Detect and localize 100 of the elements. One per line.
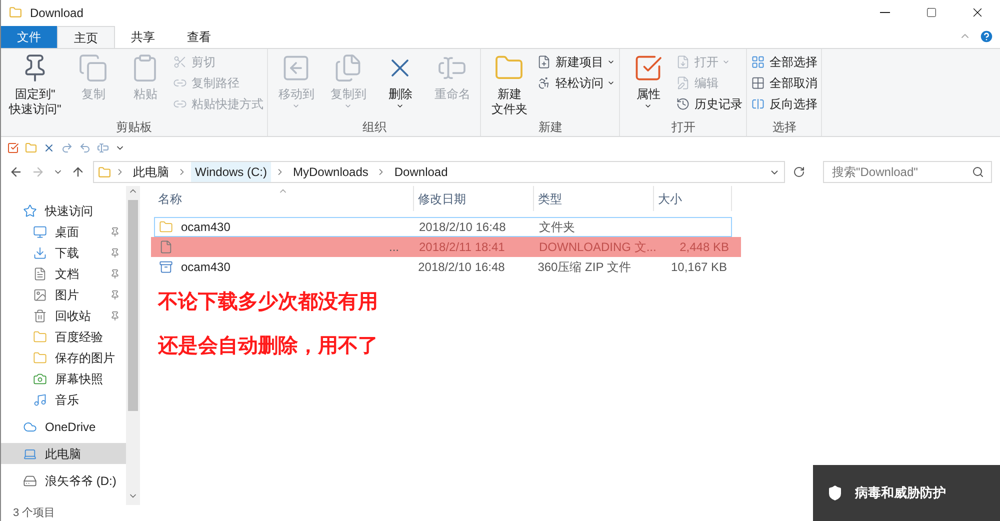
- sidebar-item[interactable]: 文档: [1, 263, 126, 284]
- file-row[interactable]: ... 2018/2/11 18:41 DOWNLOADING 文... 2,448 KB: [151, 237, 741, 257]
- status-text: 3 个项目: [13, 506, 56, 521]
- ribbon-button[interactable]: 新建项目: [537, 53, 616, 71]
- column-header[interactable]: 修改日期: [414, 186, 534, 211]
- pin-icon: [110, 290, 120, 300]
- delete-icon[interactable]: [43, 142, 55, 154]
- ribbon-button[interactable]: 全部取消: [751, 74, 818, 92]
- scissors-icon: [173, 55, 188, 69]
- annotation-text: 不论下载多少次都没有用: [158, 290, 379, 315]
- file-row[interactable]: ocam430 2018/2/10 16:48 360压缩 ZIP 文件 10,167 KB: [154, 257, 732, 277]
- pin-icon: [110, 226, 120, 236]
- ribbon-button[interactable]: 属性: [624, 49, 672, 118]
- ribbon-button[interactable]: 历史记录: [676, 95, 742, 113]
- folder-icon: [33, 330, 47, 344]
- address-bar[interactable]: 此电脑 Windows (C:) MyDownloads Download: [93, 161, 785, 183]
- breadcrumb[interactable]: MyDownloads: [289, 162, 372, 182]
- date-cell-text: 2018/2/10 16:48: [418, 219, 507, 236]
- caret-icon: [722, 58, 730, 66]
- sidebar-item[interactable]: 百度经验: [1, 326, 126, 347]
- up-icon[interactable]: [71, 165, 85, 179]
- caret-icon: [344, 102, 352, 110]
- sidebar-item[interactable]: 桌面: [1, 221, 126, 242]
- ribbon-button[interactable]: 删除: [376, 49, 424, 118]
- ribbon-button[interactable]: 新建 文件夹: [485, 49, 534, 118]
- shield-icon: [827, 485, 843, 501]
- redo-icon[interactable]: [61, 142, 73, 154]
- new-file-icon: [537, 55, 552, 69]
- camera-icon: [33, 372, 47, 386]
- column-header[interactable]: 类型: [534, 186, 654, 211]
- window-title: Download: [30, 4, 84, 22]
- size-cell-text: 10,167 KB: [670, 259, 728, 276]
- breadcrumb[interactable]: Windows (C:): [191, 162, 272, 182]
- ribbon-button[interactable]: 全部选择: [751, 53, 818, 71]
- history-icon: [676, 97, 690, 111]
- date-cell-text: 2018/2/11 18:41: [418, 239, 506, 256]
- sidebar-item[interactable]: 屏幕快照: [1, 368, 126, 389]
- type-cell-text: DOWNLOADING 文...: [538, 239, 655, 256]
- caret-icon: [607, 79, 616, 87]
- maximize-icon: [926, 7, 936, 18]
- back-icon[interactable]: [9, 165, 23, 179]
- column-header[interactable]: 名称: [154, 186, 414, 211]
- archive-icon: [159, 260, 173, 274]
- grid-outline-icon: [751, 76, 766, 90]
- cloud-icon: [23, 420, 37, 434]
- refresh-icon[interactable]: [793, 166, 805, 178]
- ribbon-button[interactable]: 反向选择: [751, 95, 818, 113]
- annotation-text: 还是会自动删除，用不了: [158, 334, 379, 359]
- ribbon-tab[interactable]: 主页: [57, 26, 115, 48]
- toast-title: 病毒和威胁防护: [855, 484, 946, 502]
- ribbon-tab[interactable]: 文件: [1, 26, 57, 48]
- ribbon-button[interactable]: 固定到" 快速访问": [5, 49, 66, 118]
- sidebar-item[interactable]: 快速访问: [1, 200, 126, 221]
- minimize-icon: [880, 12, 890, 13]
- laptop-icon: [23, 446, 37, 460]
- notification-toast[interactable]: 病毒和威胁防护: [813, 465, 1000, 521]
- sidebar-item[interactable]: 音乐: [1, 389, 126, 410]
- ribbon-button[interactable]: 轻松访问: [537, 74, 616, 92]
- caret-icon: [607, 58, 616, 66]
- size-cell-text: 2,448 KB: [678, 239, 730, 256]
- column-header[interactable]: 大小: [654, 186, 732, 211]
- type-cell-text: 文件夹: [538, 219, 576, 236]
- sidebar-item[interactable]: 浪矢爷爷 (D:): [1, 470, 126, 491]
- folder-icon: [159, 220, 173, 234]
- folder-icon: [98, 166, 111, 178]
- file-icon: [159, 240, 173, 254]
- folder-icon: [33, 350, 47, 364]
- download-icon: [33, 246, 47, 260]
- pin-icon: [110, 268, 120, 278]
- star-icon: [23, 204, 37, 218]
- ribbon-tab[interactable]: 共享: [115, 26, 171, 48]
- undo-icon[interactable]: [79, 142, 91, 154]
- sidebar-item[interactable]: 此电脑: [1, 443, 126, 464]
- file-name: ...: [388, 239, 399, 256]
- group-label: 组织: [361, 119, 388, 136]
- group-label: 打开: [670, 119, 696, 136]
- sidebar-item[interactable]: 下载: [1, 242, 126, 263]
- caret-icon: [396, 102, 404, 110]
- file-down-icon: [676, 55, 690, 69]
- file-row[interactable]: ocam430 2018/2/10 16:48 文件夹: [154, 217, 732, 237]
- forward-icon[interactable]: [31, 165, 45, 179]
- sidebar-item[interactable]: 回收站: [1, 305, 126, 326]
- breadcrumb[interactable]: Download: [390, 162, 452, 182]
- help-icon[interactable]: [979, 29, 994, 44]
- sidebar-item[interactable]: 图片: [1, 284, 126, 305]
- properties-icon[interactable]: [7, 142, 19, 154]
- sidebar-item[interactable]: OneDrive: [1, 416, 126, 437]
- pin-icon: [110, 248, 120, 258]
- accessibility-icon: [537, 76, 552, 90]
- rename-icon[interactable]: [97, 142, 109, 154]
- breadcrumb[interactable]: 此电脑: [129, 162, 173, 182]
- ribbon-tab[interactable]: 查看: [171, 26, 227, 48]
- music-icon: [33, 392, 47, 406]
- copy-icon: [78, 53, 108, 83]
- sidebar-item[interactable]: 保存的图片: [1, 347, 126, 368]
- scrollbar[interactable]: [126, 186, 140, 505]
- group-label: 选择: [771, 119, 798, 136]
- file-name: ocam430: [181, 219, 230, 236]
- caret-icon: [644, 102, 652, 110]
- search-field[interactable]: 搜索"Download": [823, 161, 992, 183]
